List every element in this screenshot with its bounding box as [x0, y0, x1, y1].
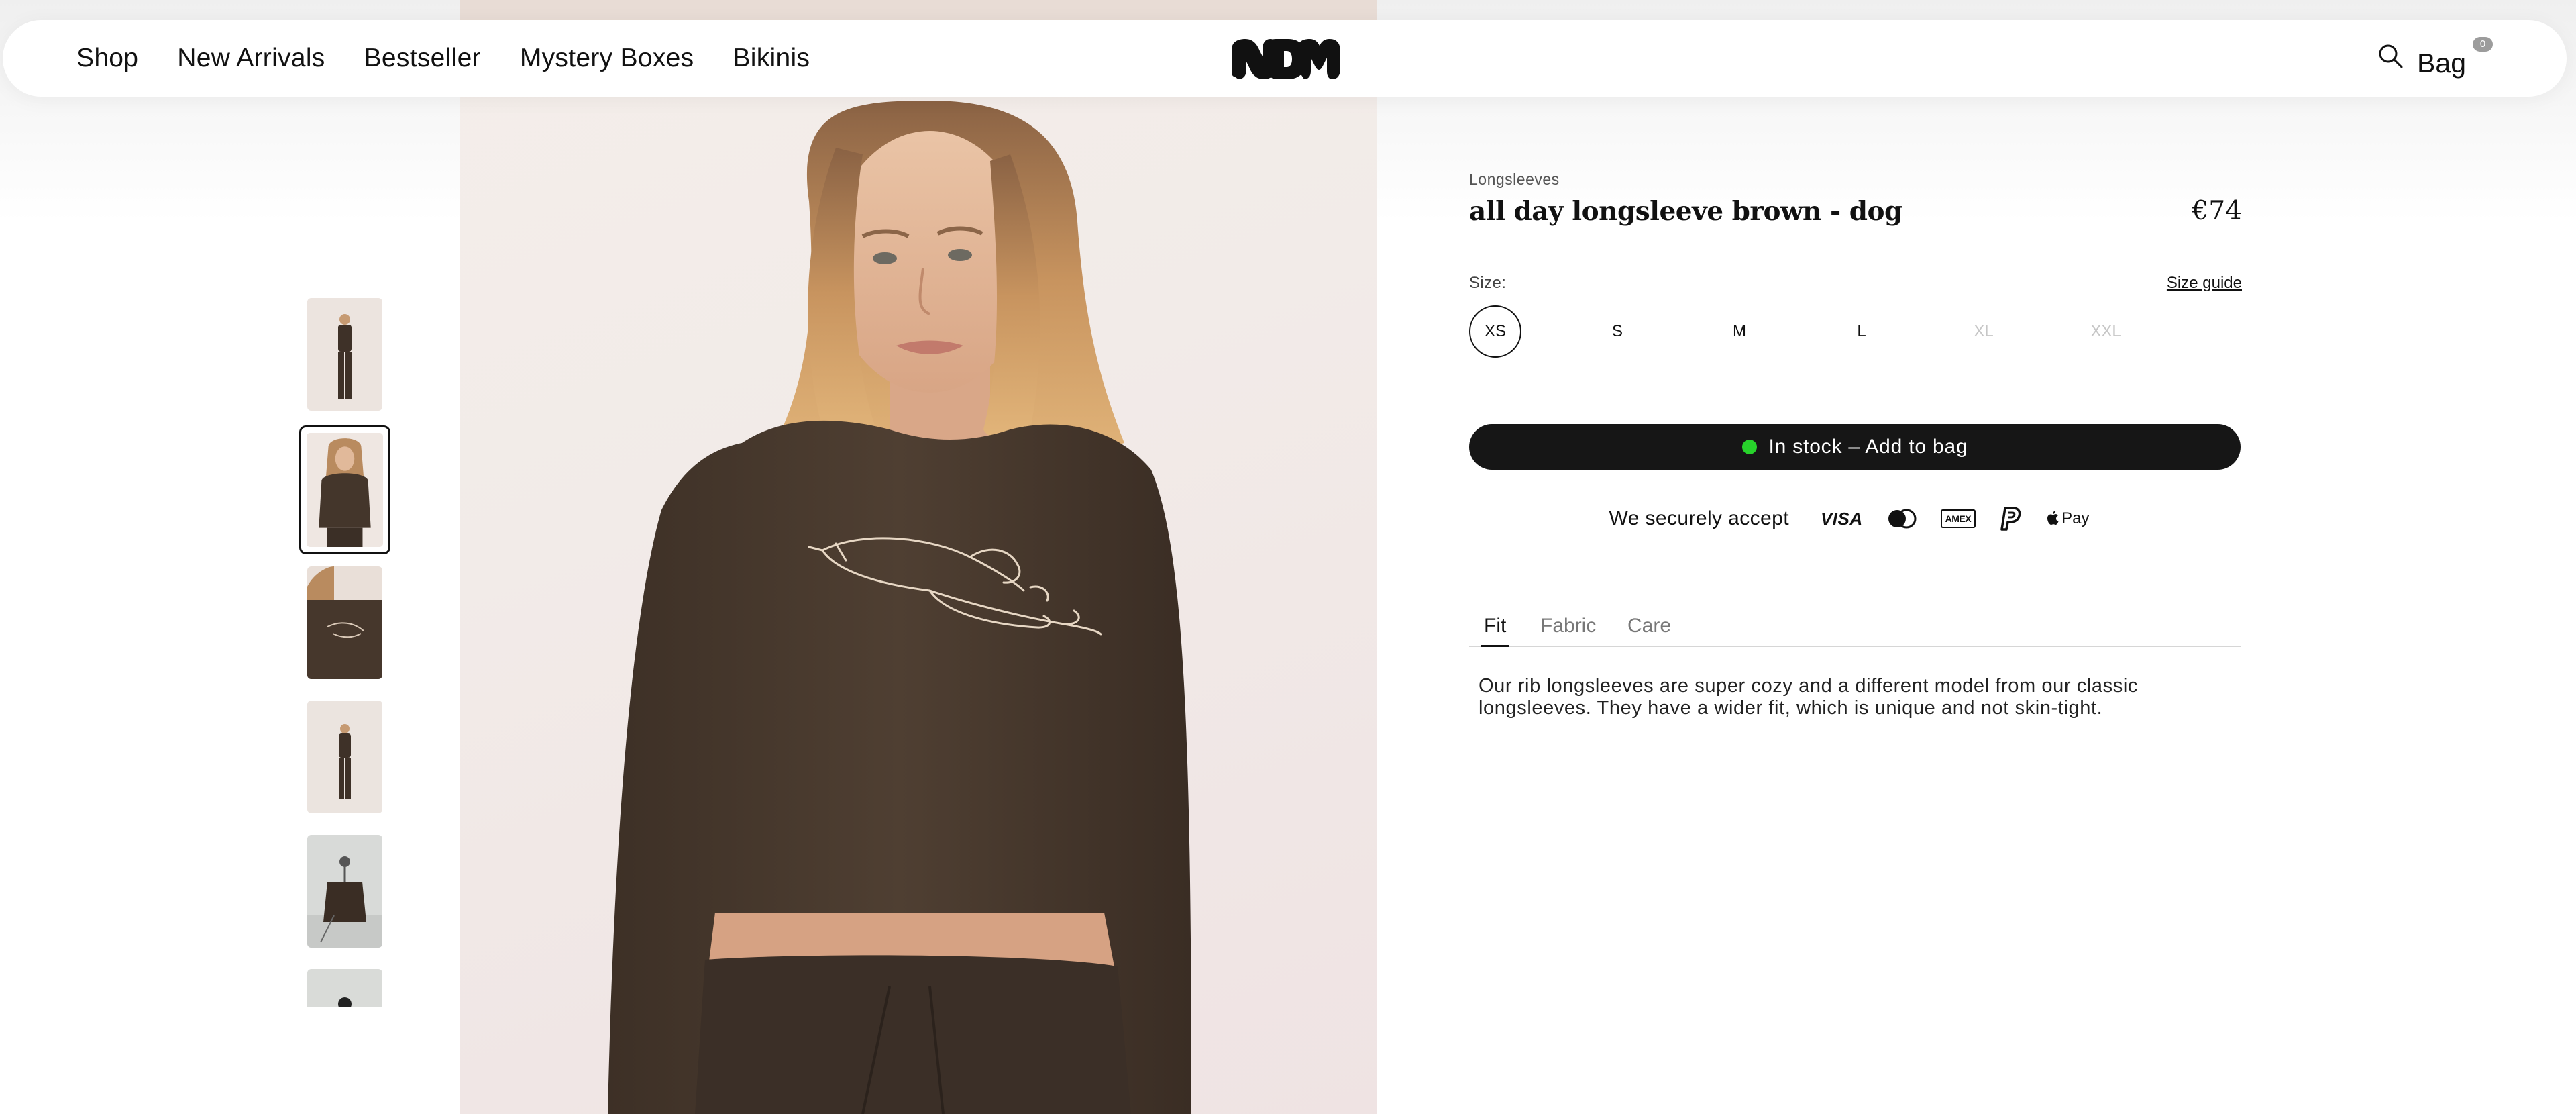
product-info: Longsleeves all day longsleeve brown - d…: [1469, 0, 2242, 1114]
thumbnail-6[interactable]: [307, 969, 382, 1007]
size-s[interactable]: S: [1591, 305, 1644, 358]
size-selector: XS S M L XL XXL: [1469, 305, 2242, 358]
search-button[interactable]: [2374, 40, 2408, 73]
brand-logo[interactable]: [1230, 35, 1342, 83]
size-xxl[interactable]: XXL: [2080, 305, 2132, 358]
tab-fit[interactable]: Fit: [1481, 615, 1509, 647]
thumbnail-3[interactable]: [307, 566, 382, 679]
header-actions: Bag 0: [2374, 20, 2493, 97]
thumbnail-image: [307, 433, 383, 547]
thumbnail-image: [307, 835, 382, 948]
nav-bestseller[interactable]: Bestseller: [364, 44, 481, 73]
size-l[interactable]: L: [1835, 305, 1888, 358]
product-photo: [460, 0, 1377, 1114]
nav-shop[interactable]: Shop: [76, 44, 138, 73]
thumbnail-image: [307, 566, 382, 679]
paypal-icon: [1998, 502, 2024, 536]
thumbnail-4[interactable]: [307, 701, 382, 813]
stock-indicator-icon: [1741, 440, 1757, 454]
nav-mystery-boxes[interactable]: Mystery Boxes: [520, 44, 694, 73]
thumbnail-5[interactable]: [307, 835, 382, 948]
size-xs[interactable]: XS: [1469, 305, 1521, 358]
bag-button[interactable]: Bag 0: [2417, 36, 2493, 79]
thumbnail-image: [307, 701, 382, 813]
thumbnail-1[interactable]: [307, 298, 382, 411]
bag-count-badge: 0: [2473, 36, 2493, 52]
visa-icon: VISA: [1820, 508, 1863, 529]
main-product-image[interactable]: [460, 0, 1377, 1114]
product-category[interactable]: Longsleeves: [1469, 170, 1560, 189]
payment-methods: We securely accept VISA AMEX Pay: [1469, 502, 2241, 536]
tab-fabric[interactable]: Fabric: [1538, 615, 1599, 647]
product-price: €74: [2192, 196, 2242, 226]
nav-bikinis[interactable]: Bikinis: [733, 44, 810, 73]
search-icon: [2379, 44, 2403, 68]
mastercard-icon: [1886, 502, 1918, 536]
size-m[interactable]: M: [1713, 305, 1766, 358]
thumbnail-2[interactable]: [299, 425, 390, 554]
main-nav: Shop New Arrivals Bestseller Mystery Box…: [76, 20, 810, 97]
nav-new-arrivals[interactable]: New Arrivals: [177, 44, 325, 73]
size-guide-link[interactable]: Size guide: [2167, 274, 2242, 293]
payments-label: We securely accept: [1609, 507, 1789, 529]
product-title: all day longsleeve brown - dog: [1469, 196, 1902, 227]
thumbnail-image: [307, 298, 382, 411]
bag-label: Bag: [2417, 47, 2466, 79]
size-label: Size:: [1469, 274, 1507, 292]
site-header: Shop New Arrivals Bestseller Mystery Box…: [3, 20, 2567, 97]
amex-icon: AMEX: [1940, 502, 1976, 536]
add-to-bag-button[interactable]: In stock – Add to bag: [1469, 424, 2241, 470]
product-description: Our rib longsleeves are super cozy and a…: [1479, 675, 2138, 719]
size-xl[interactable]: XL: [1957, 305, 2010, 358]
tab-care[interactable]: Care: [1625, 615, 1674, 647]
info-tabs: Fit Fabric Care: [1469, 612, 2241, 647]
thumbnail-list: [299, 293, 390, 1007]
add-to-bag-label: In stock – Add to bag: [1768, 436, 1968, 458]
apple-pay-icon: Pay: [2047, 502, 2089, 536]
thumbnail-image: [307, 969, 382, 1007]
